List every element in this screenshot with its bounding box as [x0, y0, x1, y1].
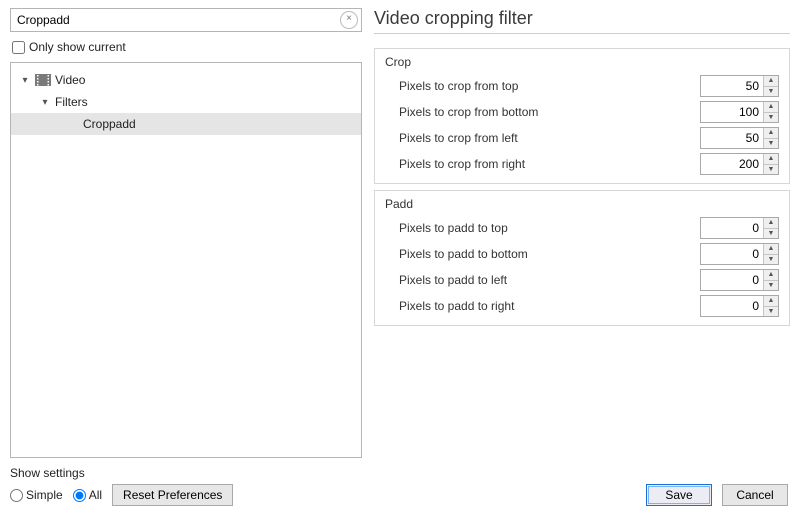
crop-left-row: Pixels to crop from left ▲▼: [375, 125, 789, 151]
crop-bottom-label: Pixels to crop from bottom: [399, 105, 538, 119]
spin-down-icon[interactable]: ▼: [764, 229, 778, 239]
spinner-buttons[interactable]: ▲▼: [763, 128, 778, 148]
show-settings-label: Show settings: [10, 466, 362, 480]
only-show-current-checkbox[interactable]: Only show current: [12, 36, 362, 58]
crop-top-row: Pixels to crop from top ▲▼: [375, 73, 789, 99]
preferences-dialog: × Only show current ▾: [0, 0, 800, 512]
spinner-buttons[interactable]: ▲▼: [763, 102, 778, 122]
spin-down-icon[interactable]: ▼: [764, 113, 778, 123]
spin-up-icon[interactable]: ▲: [764, 102, 778, 113]
spinner-buttons[interactable]: ▲▼: [763, 296, 778, 316]
show-settings-all[interactable]: All: [73, 488, 102, 502]
reset-preferences-button[interactable]: Reset Preferences: [112, 484, 233, 506]
spin-down-icon[interactable]: ▼: [764, 139, 778, 149]
spin-up-icon[interactable]: ▲: [764, 270, 778, 281]
left-panel: × Only show current ▾: [10, 8, 362, 506]
tree-node-filters[interactable]: ▾ Filters: [11, 91, 361, 113]
spinner-buttons[interactable]: ▲▼: [763, 218, 778, 238]
spin-down-icon[interactable]: ▼: [764, 281, 778, 291]
crop-right-row: Pixels to crop from right ▲▼: [375, 151, 789, 177]
spinner-buttons[interactable]: ▲▼: [763, 76, 778, 96]
tree-node-filters-label: Filters: [55, 95, 88, 109]
chevron-down-icon[interactable]: ▾: [19, 75, 31, 86]
padd-bottom-row: Pixels to padd to bottom ▲▼: [375, 241, 789, 267]
spin-up-icon[interactable]: ▲: [764, 218, 778, 229]
padd-left-spinner[interactable]: ▲▼: [700, 269, 779, 291]
tree-node-croppadd[interactable]: Croppadd: [11, 113, 361, 135]
padd-left-row: Pixels to padd to left ▲▼: [375, 267, 789, 293]
spin-up-icon[interactable]: ▲: [764, 296, 778, 307]
spin-down-icon[interactable]: ▼: [764, 165, 778, 175]
group-padd: Padd Pixels to padd to top ▲▼ Pixels to …: [374, 190, 790, 326]
only-show-current-label: Only show current: [29, 40, 126, 54]
radio-simple-label: Simple: [26, 488, 63, 502]
clear-search-icon[interactable]: ×: [340, 11, 358, 29]
crop-left-spinner[interactable]: ▲▼: [700, 127, 779, 149]
spinner-buttons[interactable]: ▲▼: [763, 244, 778, 264]
padd-right-input[interactable]: [701, 296, 763, 316]
tree-node-croppadd-label: Croppadd: [83, 117, 136, 131]
spin-down-icon[interactable]: ▼: [764, 87, 778, 97]
cancel-button[interactable]: Cancel: [722, 484, 788, 506]
crop-top-spinner[interactable]: ▲▼: [700, 75, 779, 97]
group-crop: Crop Pixels to crop from top ▲▼ Pixels t…: [374, 48, 790, 184]
padd-left-input[interactable]: [701, 270, 763, 290]
crop-bottom-spinner[interactable]: ▲▼: [700, 101, 779, 123]
tree-node-video[interactable]: ▾ Video: [11, 69, 361, 91]
crop-right-input[interactable]: [701, 154, 763, 174]
padd-top-row: Pixels to padd to top ▲▼: [375, 215, 789, 241]
spin-up-icon[interactable]: ▲: [764, 128, 778, 139]
dialog-buttons: Save Cancel: [374, 478, 790, 506]
crop-bottom-input[interactable]: [701, 102, 763, 122]
padd-right-row: Pixels to padd to right ▲▼: [375, 293, 789, 319]
page-title: Video cropping filter: [374, 8, 790, 29]
crop-top-input[interactable]: [701, 76, 763, 96]
padd-top-label: Pixels to padd to top: [399, 221, 508, 235]
spin-up-icon[interactable]: ▲: [764, 76, 778, 87]
spin-down-icon[interactable]: ▼: [764, 255, 778, 265]
spinner-buttons[interactable]: ▲▼: [763, 270, 778, 290]
search-field-wrap: ×: [10, 8, 362, 32]
radio-simple-input[interactable]: [10, 489, 23, 502]
spin-down-icon[interactable]: ▼: [764, 307, 778, 317]
padd-left-label: Pixels to padd to left: [399, 273, 507, 287]
crop-bottom-row: Pixels to crop from bottom ▲▼: [375, 99, 789, 125]
preferences-tree[interactable]: ▾ Video ▾: [10, 62, 362, 458]
crop-right-spinner[interactable]: ▲▼: [700, 153, 779, 175]
save-button[interactable]: Save: [646, 484, 712, 506]
group-crop-title: Crop: [375, 49, 789, 73]
video-icon: [35, 73, 51, 87]
crop-top-label: Pixels to crop from top: [399, 79, 518, 93]
spin-up-icon[interactable]: ▲: [764, 154, 778, 165]
padd-bottom-input[interactable]: [701, 244, 763, 264]
padd-bottom-label: Pixels to padd to bottom: [399, 247, 528, 261]
group-padd-title: Padd: [375, 191, 789, 215]
show-settings-radio-group: Simple All: [10, 488, 102, 502]
show-settings-row: Simple All Reset Preferences: [10, 484, 362, 506]
left-footer: Show settings Simple All Reset Preferenc…: [10, 466, 362, 506]
spinner-buttons[interactable]: ▲▼: [763, 154, 778, 174]
chevron-down-icon[interactable]: ▾: [39, 97, 51, 108]
crop-left-label: Pixels to crop from left: [399, 131, 518, 145]
padd-bottom-spinner[interactable]: ▲▼: [700, 243, 779, 265]
padd-top-spinner[interactable]: ▲▼: [700, 217, 779, 239]
title-separator: [374, 33, 790, 34]
only-show-current-input[interactable]: [12, 41, 25, 54]
show-settings-simple[interactable]: Simple: [10, 488, 63, 502]
tree-node-video-label: Video: [55, 73, 85, 87]
crop-left-input[interactable]: [701, 128, 763, 148]
padd-right-spinner[interactable]: ▲▼: [700, 295, 779, 317]
spin-up-icon[interactable]: ▲: [764, 244, 778, 255]
right-panel: Video cropping filter Crop Pixels to cro…: [374, 8, 790, 506]
padd-right-label: Pixels to padd to right: [399, 299, 514, 313]
radio-all-input[interactable]: [73, 489, 86, 502]
crop-right-label: Pixels to crop from right: [399, 157, 525, 171]
padd-top-input[interactable]: [701, 218, 763, 238]
search-input[interactable]: [15, 12, 339, 28]
radio-all-label: All: [89, 488, 102, 502]
